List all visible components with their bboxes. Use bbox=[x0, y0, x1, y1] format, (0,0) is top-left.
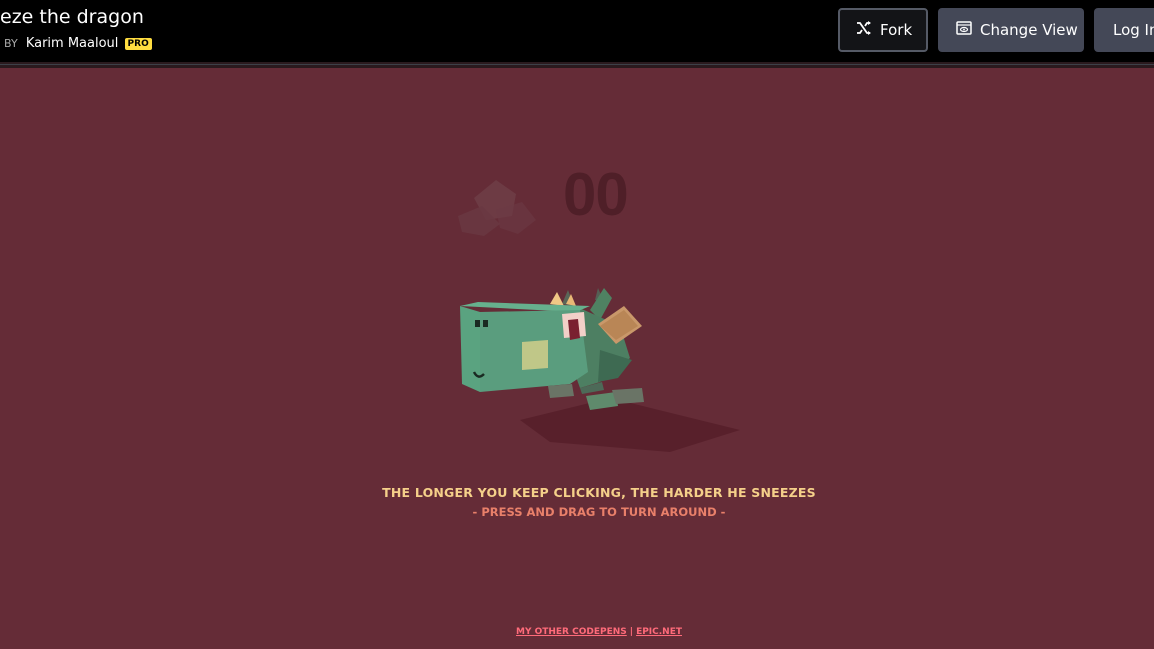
fork-label: Fork bbox=[880, 21, 913, 39]
fork-button[interactable]: Fork bbox=[838, 8, 928, 52]
login-button[interactable]: Log In bbox=[1094, 8, 1154, 52]
pen-title: eze the dragon bbox=[0, 6, 144, 28]
pro-badge: PRO bbox=[124, 38, 152, 50]
login-label: Log In bbox=[1113, 21, 1154, 39]
fork-icon bbox=[856, 21, 872, 39]
dragon-shadow bbox=[520, 398, 740, 452]
change-view-label: Change View bbox=[980, 21, 1078, 39]
dragon-scene[interactable] bbox=[440, 280, 760, 460]
drag-hint-text: - PRESS AND DRAG TO TURN AROUND - bbox=[472, 505, 726, 519]
change-view-button[interactable]: Change View bbox=[938, 8, 1084, 52]
sneeze-counter: 00 bbox=[563, 161, 629, 228]
header-divider bbox=[0, 62, 1154, 68]
smoke-icon bbox=[458, 180, 536, 236]
footer-links: MY OTHER CODEPENS | EPIC.NET bbox=[0, 627, 1154, 637]
instruction-text: THE LONGER YOU KEEP CLICKING, THE HARDER… bbox=[382, 485, 816, 500]
view-icon bbox=[956, 21, 972, 39]
codepen-header: eze the dragon BY Karim Maaloul PRO Fork bbox=[0, 0, 1154, 62]
by-label: BY bbox=[4, 37, 18, 50]
epic-net-link[interactable]: EPIC.NET bbox=[636, 627, 682, 637]
author-link[interactable]: Karim Maaloul bbox=[26, 36, 119, 51]
author-byline: BY Karim Maaloul PRO bbox=[4, 36, 152, 51]
footer-separator: | bbox=[629, 627, 634, 637]
my-codepens-link[interactable]: MY OTHER CODEPENS bbox=[516, 627, 627, 637]
dragon-body bbox=[460, 288, 644, 410]
